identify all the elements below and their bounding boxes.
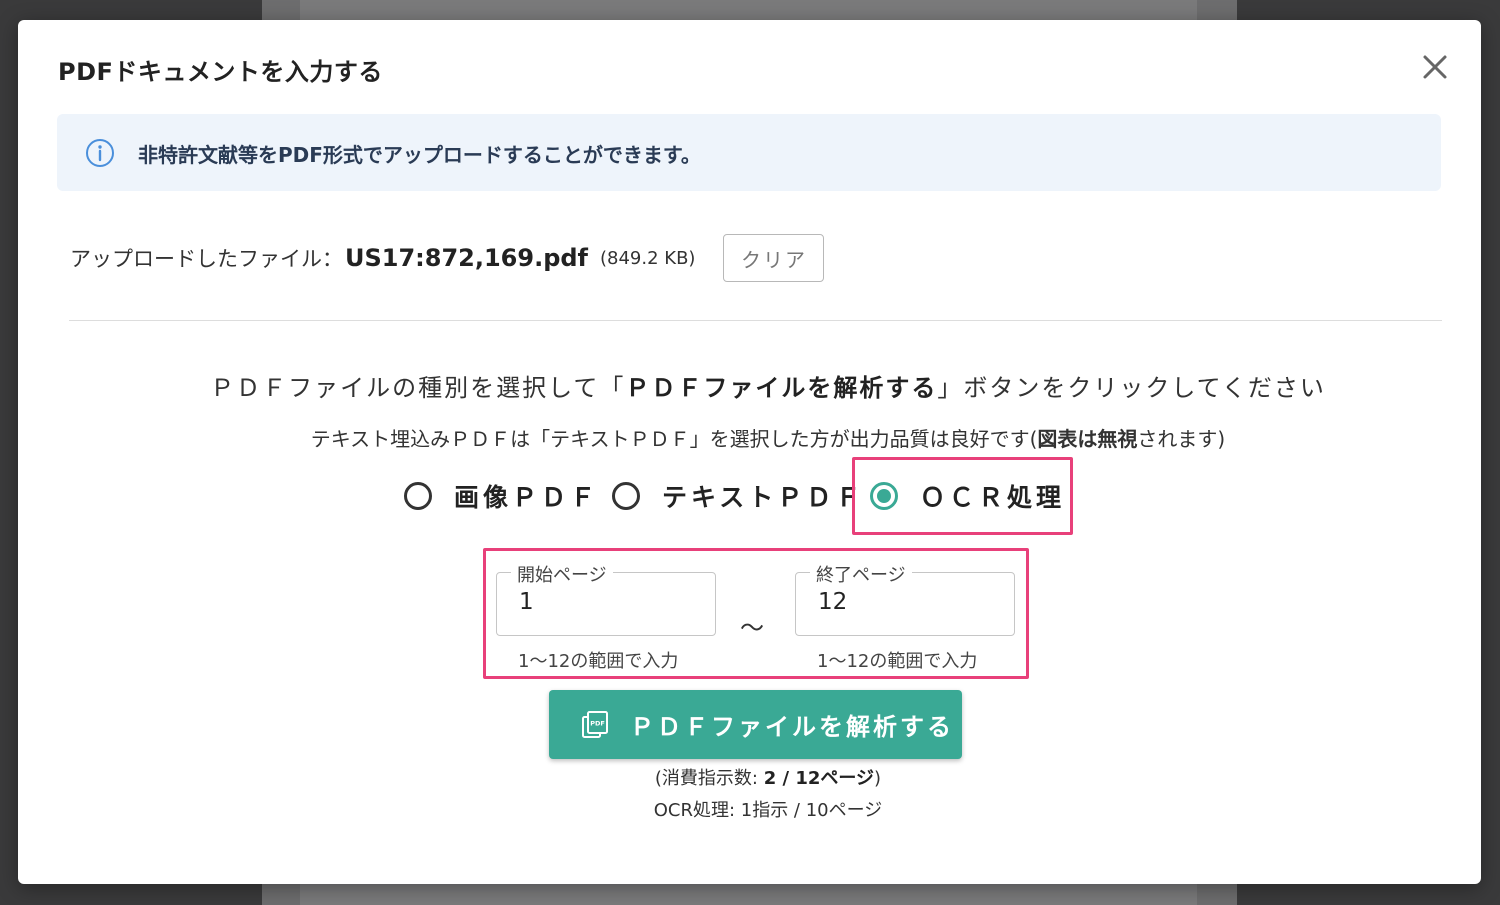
clear-button[interactable]: クリア [723,234,825,282]
start-page-input[interactable] [519,589,699,615]
divider [69,320,1442,321]
dialog-title: PDFドキュメントを入力する [58,58,383,86]
end-page-input[interactable] [818,589,998,615]
close-icon [1423,55,1447,79]
radio-button[interactable] [612,482,640,510]
radio-button[interactable] [404,482,432,510]
svg-text:PDF: PDF [590,719,605,727]
uploaded-file-row: アップロードしたファイル： US17:872,169.pdf (849.2 KB… [70,234,825,282]
ocr-rate-info: OCR処理: 1指示 / 10ページ [653,800,883,821]
instruction-emphasis: ＰＤＦファイルを解析する [625,374,938,402]
quality-note: テキスト埋込みＰＤＦは「テキストＰＤＦ」を選択した方が出力品質は良好です(図表は… [310,427,1226,451]
range-separator: 〜 [740,614,764,642]
info-message: 非特許文献等をPDF形式でアップロードすることができます。 [138,143,701,167]
start-page-field[interactable]: 開始ページ [496,561,716,636]
end-page-label: 終了ページ [810,561,912,587]
close-button[interactable] [1418,50,1452,84]
info-alert: 非特許文献等をPDF形式でアップロードすることができます。 [57,114,1441,191]
pdf-file-icon: PDF [582,710,608,738]
info-icon [86,139,114,167]
end-page-field[interactable]: 終了ページ [795,561,1015,636]
instruction-text: ＰＤＦファイルの種別を選択して「ＰＤＦファイルを解析する」ボタンをクリックしてく… [210,374,1326,402]
radio-text-pdf[interactable]: テキストＰＤＦ [612,456,864,536]
analyze-pdf-button[interactable]: PDF ＰＤＦファイルを解析する [549,690,962,759]
radio-label: テキストＰＤＦ [662,483,865,512]
radio-image-pdf[interactable]: 画像ＰＤＦ [404,456,599,536]
analyze-pdf-label: ＰＤＦファイルを解析する [630,713,954,741]
uploaded-file-name: US17:872,169.pdf [345,244,588,272]
start-page-help: 1〜12の範囲で入力 [518,651,679,672]
ocr-highlight-box [852,457,1073,535]
radio-label: 画像ＰＤＦ [454,483,600,512]
note-emphasis: 図表は無視 [1037,427,1138,451]
consumption-value: 2 / 12ページ [763,768,875,789]
start-page-label: 開始ページ [511,561,613,587]
consumption-info: (消費指示数: 2 / 12ページ) [654,768,882,789]
uploaded-file-label: アップロードしたファイル： [70,247,343,271]
pdf-input-dialog: PDFドキュメントを入力する 非特許文献等をPDF形式でアップロードすることがで… [18,20,1481,884]
end-page-help: 1〜12の範囲で入力 [817,651,978,672]
uploaded-file-size: (849.2 KB) [600,247,696,269]
